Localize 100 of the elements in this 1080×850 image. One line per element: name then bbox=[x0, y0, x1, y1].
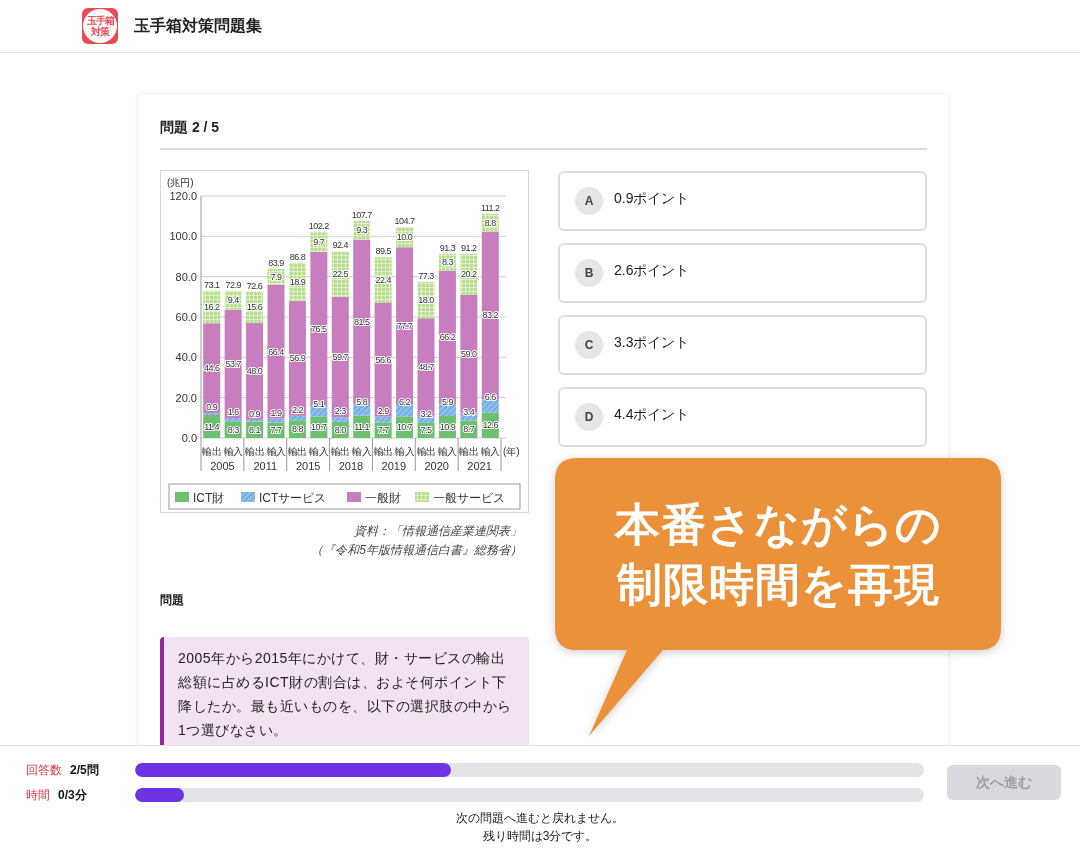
option-letter: D bbox=[575, 403, 603, 431]
total-label: 89.5 bbox=[375, 246, 391, 257]
data-label: 8.7 bbox=[463, 424, 475, 435]
total-label: 83.9 bbox=[268, 257, 284, 268]
source-caption: 資料：「情報通信産業連関表」 bbox=[354, 523, 522, 540]
data-label: 0.9 bbox=[249, 408, 261, 419]
data-label: 0.9 bbox=[206, 402, 218, 413]
data-label: 5.1 bbox=[313, 399, 325, 410]
total-label: 77.3 bbox=[418, 270, 434, 281]
category-label: 輸出 bbox=[287, 446, 307, 457]
answer-option[interactable]: C 3.3ポイント bbox=[558, 315, 927, 375]
data-label: 16.2 bbox=[203, 301, 220, 312]
answer-option[interactable]: A 0.9ポイント bbox=[558, 171, 927, 231]
data-label: 10.0 bbox=[396, 232, 413, 243]
data-label: 53.7 bbox=[225, 358, 241, 369]
data-label: 7.5 bbox=[420, 425, 432, 436]
progress-label: 時間 bbox=[26, 786, 50, 804]
option-letter: A bbox=[575, 187, 603, 215]
data-label: 2.2 bbox=[291, 404, 303, 415]
legend-swatch bbox=[175, 492, 189, 502]
data-label: 10.7 bbox=[396, 422, 413, 433]
answer-option[interactable]: D 4.4ポイント bbox=[558, 387, 927, 447]
data-label: 2.3 bbox=[334, 406, 346, 417]
data-label: 11.4 bbox=[204, 421, 220, 432]
data-label: 2.9 bbox=[377, 405, 389, 416]
progress-label: 回答数 bbox=[26, 761, 62, 779]
option-letter: B bbox=[575, 259, 603, 287]
axis-tick-label: 80.0 bbox=[175, 270, 197, 283]
total-label: 86.8 bbox=[289, 251, 306, 262]
total-label: 102.2 bbox=[308, 221, 329, 232]
data-label: 8.8 bbox=[484, 217, 496, 228]
progress-value: 0/3分 bbox=[58, 786, 87, 804]
data-label: 8.0 bbox=[334, 424, 346, 435]
total-label: 104.7 bbox=[394, 216, 415, 227]
data-label: 3.4 bbox=[463, 406, 475, 417]
data-label: 8.3 bbox=[227, 424, 239, 435]
logo-text: 玉手箱 bbox=[86, 15, 114, 26]
total-label: 111.2 bbox=[480, 202, 500, 213]
data-label: 12.6 bbox=[482, 420, 499, 431]
legend-label: ICT財 bbox=[193, 490, 225, 505]
axis-tick-label: 40.0 bbox=[175, 351, 197, 364]
option-letter: C bbox=[575, 331, 603, 359]
data-label: 6.6 bbox=[484, 392, 496, 403]
data-label: 56.6 bbox=[375, 354, 391, 365]
category-label: 輸出 bbox=[416, 446, 436, 457]
category-label: 輸入 bbox=[309, 446, 329, 457]
axis-tick-label: 60.0 bbox=[175, 311, 197, 323]
category-label: 輸入 bbox=[352, 446, 372, 457]
year-label: 2005 bbox=[210, 460, 235, 472]
data-label: 1.9 bbox=[270, 407, 282, 418]
data-label: 56.9 bbox=[289, 353, 306, 364]
answer-option[interactable]: B 2.6ポイント bbox=[558, 243, 927, 303]
app-title: 玉手箱対策問題集 bbox=[134, 15, 262, 36]
axis-tick-label: 0.0 bbox=[181, 432, 197, 444]
legend-swatch bbox=[347, 492, 361, 502]
source-caption: （『令和5年版情報通信白書』総務省） bbox=[311, 542, 522, 559]
category-label: 輸入 bbox=[395, 446, 415, 457]
logo-text: 対策 bbox=[91, 26, 109, 37]
data-label: 7.9 bbox=[270, 271, 282, 282]
year-label: 2011 bbox=[253, 460, 278, 472]
legend-label: 一般サービス bbox=[433, 490, 505, 505]
data-label: 81.5 bbox=[353, 316, 370, 327]
legend-label: ICTサービス bbox=[259, 490, 327, 505]
year-label: 2019 bbox=[381, 460, 407, 472]
category-label: 輸出 bbox=[202, 446, 222, 457]
data-label: 8.1 bbox=[249, 424, 261, 435]
callout-text: 制限時間を再現 bbox=[617, 558, 940, 612]
category-label: 輸出 bbox=[373, 446, 393, 457]
data-label: 59.7 bbox=[332, 352, 349, 363]
data-label: 5.8 bbox=[356, 396, 368, 407]
data-label: 76.5 bbox=[311, 324, 327, 334]
data-label: 22.5 bbox=[332, 269, 349, 280]
data-label: 11.1 bbox=[354, 421, 370, 432]
data-label: 5.9 bbox=[441, 397, 453, 408]
data-label: 66.4 bbox=[268, 346, 284, 357]
data-label: 59.0 bbox=[461, 349, 477, 360]
section-label: 問題 bbox=[160, 592, 185, 609]
progress-value: 2/5問 bbox=[70, 761, 99, 779]
data-label: 48.7 bbox=[418, 362, 434, 373]
category-label: 輸入 bbox=[437, 446, 457, 457]
legend-swatch bbox=[241, 492, 255, 502]
total-label: 91.2 bbox=[461, 242, 477, 253]
data-label: 9.4 bbox=[227, 295, 239, 306]
total-label: 92.4 bbox=[332, 240, 349, 251]
axis-tick-label: 100.0 bbox=[169, 230, 197, 243]
data-label: 44.6 bbox=[203, 363, 220, 374]
footer-note: 次の問題へ進むと戻れません。 bbox=[456, 810, 624, 827]
year-label: 2018 bbox=[338, 460, 364, 472]
category-label: 輸出 bbox=[245, 446, 265, 457]
option-text: 4.4ポイント bbox=[614, 406, 690, 424]
data-label: 20.2 bbox=[461, 269, 477, 280]
data-label: 7.7 bbox=[377, 425, 389, 436]
total-label: 72.9 bbox=[225, 279, 241, 290]
data-label: 10.7 bbox=[311, 422, 327, 433]
axis-tick-label: 20.0 bbox=[175, 391, 197, 404]
axis-unit-label: (年) bbox=[503, 446, 520, 457]
year-label: 2015 bbox=[295, 460, 321, 472]
callout-text: 本番さながらの bbox=[615, 498, 942, 552]
option-text: 2.6ポイント bbox=[614, 262, 690, 280]
data-label: 9.7 bbox=[313, 237, 325, 248]
